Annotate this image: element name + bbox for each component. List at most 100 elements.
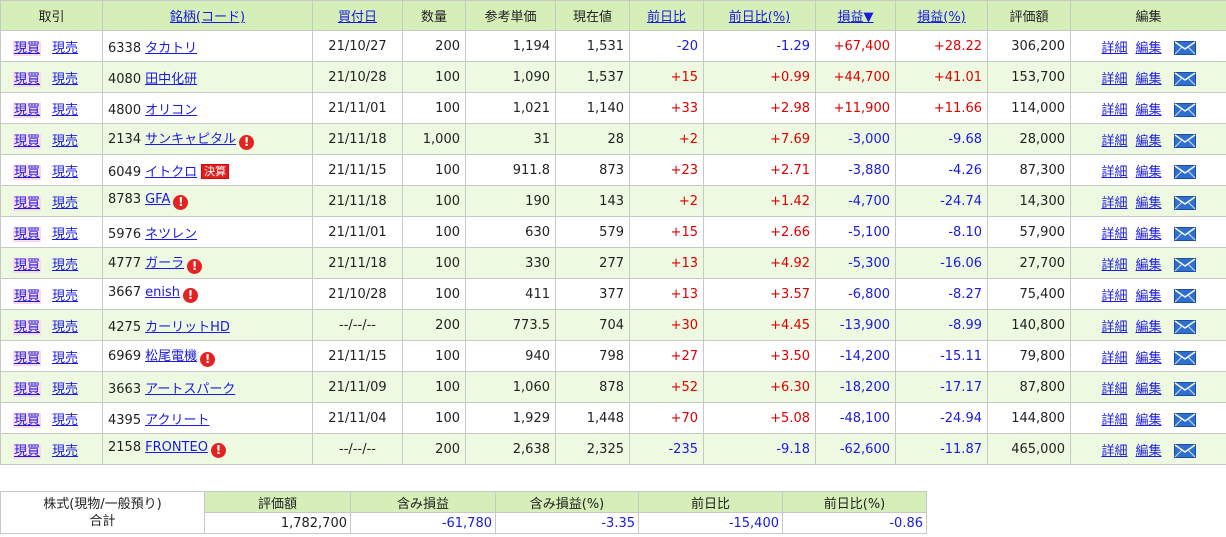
edit-link[interactable]: 編集	[1136, 103, 1162, 118]
detail-link[interactable]: 詳細	[1101, 320, 1127, 335]
edit-link[interactable]: 編集	[1136, 444, 1162, 459]
mail-envelope-icon[interactable]	[1173, 195, 1196, 210]
detail-link[interactable]: 詳細	[1101, 382, 1127, 397]
sell-button[interactable]: 現売	[52, 258, 78, 273]
alert-exclamation-icon[interactable]: !	[182, 288, 198, 303]
stock-name-link[interactable]: ガーラ	[145, 256, 184, 271]
detail-link[interactable]: 詳細	[1101, 444, 1127, 459]
detail-link[interactable]: 詳細	[1101, 72, 1127, 87]
edit-link[interactable]: 編集	[1136, 134, 1162, 149]
sort-date-link[interactable]: 買付日	[338, 10, 377, 25]
mail-envelope-icon[interactable]	[1173, 164, 1196, 179]
edit-link[interactable]: 編集	[1136, 227, 1162, 242]
earnings-badge[interactable]: 決算	[201, 163, 230, 179]
alert-exclamation-icon[interactable]: !	[210, 443, 226, 458]
buy-button[interactable]: 現買	[13, 412, 42, 428]
sort-pnl-link[interactable]: 損益▼	[838, 10, 874, 25]
alert-exclamation-icon[interactable]: !	[173, 195, 189, 210]
mail-envelope-icon[interactable]	[1173, 133, 1196, 148]
detail-link[interactable]: 詳細	[1101, 196, 1127, 211]
edit-link[interactable]: 編集	[1136, 320, 1162, 335]
sell-button[interactable]: 現売	[52, 134, 78, 149]
mail-envelope-icon[interactable]	[1173, 71, 1196, 86]
edit-link[interactable]: 編集	[1136, 289, 1162, 304]
edit-link[interactable]: 編集	[1136, 413, 1162, 428]
detail-link[interactable]: 詳細	[1101, 103, 1127, 118]
buy-button[interactable]: 現買	[13, 226, 42, 242]
stock-name-link[interactable]: アートスパーク	[145, 382, 235, 397]
edit-link[interactable]: 編集	[1136, 258, 1162, 273]
mail-envelope-icon[interactable]	[1173, 288, 1196, 303]
buy-button[interactable]: 現買	[13, 102, 42, 118]
mail-envelope-icon[interactable]	[1173, 443, 1196, 458]
edit-link[interactable]: 編集	[1136, 165, 1162, 180]
col-day-change-pct-sort[interactable]: 前日比(%)	[703, 0, 816, 31]
detail-link[interactable]: 詳細	[1101, 258, 1127, 273]
stock-name-link[interactable]: アクリート	[145, 413, 209, 428]
stock-name-link[interactable]: サンキャピタル	[145, 132, 236, 147]
detail-link[interactable]: 詳細	[1101, 413, 1127, 428]
buy-button[interactable]: 現買	[13, 195, 42, 211]
sort-day-change-pct-link[interactable]: 前日比(%)	[729, 10, 791, 25]
mail-envelope-icon[interactable]	[1173, 381, 1196, 396]
stock-name-link[interactable]: 松尾電機	[145, 349, 197, 364]
sell-button[interactable]: 現売	[52, 103, 78, 118]
detail-link[interactable]: 詳細	[1101, 165, 1127, 180]
buy-button[interactable]: 現買	[13, 40, 42, 56]
mail-envelope-icon[interactable]	[1173, 350, 1196, 365]
col-pnl-pct-sort[interactable]: 損益(%)	[895, 0, 988, 31]
detail-link[interactable]: 詳細	[1101, 351, 1127, 366]
buy-button[interactable]: 現買	[13, 350, 42, 366]
detail-link[interactable]: 詳細	[1101, 41, 1127, 56]
edit-link[interactable]: 編集	[1136, 351, 1162, 366]
buy-button[interactable]: 現買	[13, 164, 42, 180]
stock-name-link[interactable]: enish	[145, 285, 180, 300]
stock-name-link[interactable]: 田中化研	[145, 72, 197, 87]
mail-envelope-icon[interactable]	[1173, 226, 1196, 241]
stock-name-link[interactable]: GFA	[145, 192, 170, 207]
alert-exclamation-icon[interactable]: !	[239, 135, 255, 150]
sell-button[interactable]: 現売	[52, 165, 78, 180]
edit-link[interactable]: 編集	[1136, 72, 1162, 87]
edit-link[interactable]: 編集	[1136, 196, 1162, 211]
buy-button[interactable]: 現買	[13, 443, 42, 459]
sell-button[interactable]: 現売	[52, 196, 78, 211]
buy-button[interactable]: 現買	[13, 381, 42, 397]
buy-button[interactable]: 現買	[13, 133, 42, 149]
buy-button[interactable]: 現買	[13, 288, 42, 304]
sort-pnl-pct-link[interactable]: 損益(%)	[917, 10, 966, 25]
sell-button[interactable]: 現売	[52, 444, 78, 459]
detail-link[interactable]: 詳細	[1101, 227, 1127, 242]
sell-button[interactable]: 現売	[52, 227, 78, 242]
stock-name-link[interactable]: カーリットHD	[145, 320, 230, 335]
col-name-sort[interactable]: 銘柄(コード)	[102, 0, 313, 31]
sell-button[interactable]: 現売	[52, 289, 78, 304]
mail-envelope-icon[interactable]	[1173, 319, 1196, 334]
mail-envelope-icon[interactable]	[1173, 412, 1196, 427]
stock-name-link[interactable]: オリコン	[145, 103, 197, 118]
buy-button[interactable]: 現買	[13, 257, 42, 273]
sell-button[interactable]: 現売	[52, 320, 78, 335]
mail-envelope-icon[interactable]	[1173, 102, 1196, 117]
stock-name-link[interactable]: タカトリ	[145, 41, 197, 56]
sort-day-change-link[interactable]: 前日比	[647, 10, 686, 25]
stock-name-link[interactable]: FRONTEO	[145, 440, 208, 455]
col-date-sort[interactable]: 買付日	[312, 0, 403, 31]
edit-link[interactable]: 編集	[1136, 41, 1162, 56]
sort-name-link[interactable]: 銘柄(コード)	[170, 10, 245, 25]
detail-link[interactable]: 詳細	[1101, 134, 1127, 149]
sell-button[interactable]: 現売	[52, 351, 78, 366]
sell-button[interactable]: 現売	[52, 41, 78, 56]
alert-exclamation-icon[interactable]: !	[200, 352, 216, 367]
col-pnl-sort[interactable]: 損益▼	[815, 0, 896, 31]
edit-link[interactable]: 編集	[1136, 382, 1162, 397]
stock-name-link[interactable]: ネツレン	[145, 227, 197, 242]
mail-envelope-icon[interactable]	[1173, 40, 1196, 55]
alert-exclamation-icon[interactable]: !	[187, 259, 203, 274]
stock-name-link[interactable]: イトクロ	[145, 165, 197, 180]
col-day-change-sort[interactable]: 前日比	[629, 0, 704, 31]
buy-button[interactable]: 現買	[13, 71, 42, 87]
sell-button[interactable]: 現売	[52, 72, 78, 87]
mail-envelope-icon[interactable]	[1173, 257, 1196, 272]
sell-button[interactable]: 現売	[52, 382, 78, 397]
